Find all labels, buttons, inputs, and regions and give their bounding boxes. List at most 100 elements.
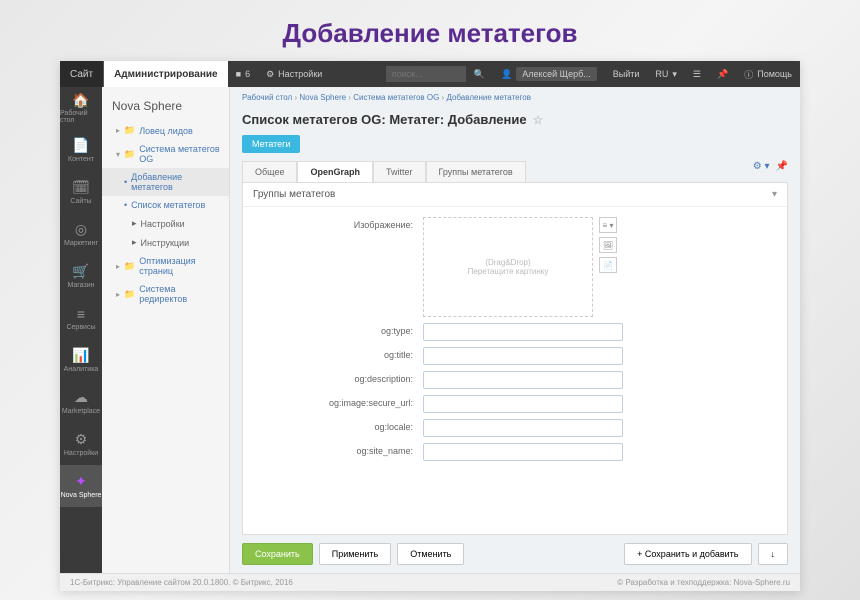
save-button[interactable]: Сохранить [242,543,313,565]
down-button[interactable]: ↓ [758,543,789,565]
lang-selector[interactable]: RU ▾ [647,69,685,80]
crumb-desktop[interactable]: Рабочий стол [242,93,292,102]
rail-settings[interactable]: ⚙Настройки [60,423,102,465]
admin-button[interactable]: Администрирование [104,61,228,87]
row-og-locale: og:locale: [263,419,767,437]
content-area: Рабочий стол › Nova Sphere › Система мет… [230,87,800,573]
user-menu[interactable]: 👤Алексей Щерб... [493,67,605,81]
row-og-type: og:type: [263,323,767,341]
metatags-button[interactable]: Метатеги [242,135,300,153]
crumb-og[interactable]: Система метатегов OG [353,93,439,102]
row-og-description: og:description: [263,371,767,389]
user-icon: 👤 [501,69,512,80]
tree-instructions[interactable]: ▸ Инструкции [102,233,229,252]
tabs-tools: ⚙ ▾ 📌 [753,161,788,172]
footer-left: 1С-Битрикс: Управление сайтом 20.0.1800.… [70,578,293,587]
rail-services[interactable]: ≡Сервисы [60,297,102,339]
site-button[interactable]: Сайт [60,61,104,87]
rail-sites[interactable]: 🗓Сайты [60,171,102,213]
updates-icon: ■ [236,69,241,79]
calendar-icon: 🗓 [73,180,89,196]
tab-twitter[interactable]: Twitter [373,161,426,182]
gear-icon: ⚙ [266,69,274,80]
settings-gear-icon[interactable]: ⚙ ▾ [753,161,770,172]
collapse-icon: ▸ [116,262,120,271]
target-icon: ◎ [73,222,89,238]
tab-general[interactable]: Общее [242,161,297,182]
page-heading: Список метатегов OG: Метатег: Добавление… [230,108,800,135]
image-tool-icon[interactable]: 🖼 [599,237,617,253]
input-og-secure[interactable] [423,395,623,413]
rail-analytics[interactable]: 📊Аналитика [60,339,102,381]
logout-link[interactable]: Выйти [605,69,648,79]
input-og-type[interactable] [423,323,623,341]
crumb-add[interactable]: Добавление метатегов [446,93,531,102]
rail-content[interactable]: 📄Контент [60,129,102,171]
expand-icon: ▾ [116,150,120,159]
cloud-icon: ☁ [73,390,89,406]
tree-redirects[interactable]: ▸📁 Система редиректов [102,280,229,308]
nova-icon: ✦ [73,474,89,490]
input-og-locale[interactable] [423,419,623,437]
menu-tool-icon[interactable]: ≡ ▾ [599,217,617,233]
cart-icon: 🛒 [73,264,89,280]
apply-button[interactable]: Применить [319,543,392,565]
search-input[interactable] [386,66,466,82]
toolbar: Метатеги [230,135,800,153]
left-rail: 🏠Рабочий стол 📄Контент 🗓Сайты ◎Маркетинг… [60,87,102,573]
button-bar: Сохранить Применить Отменить + Сохранить… [230,535,800,573]
rail-desktop[interactable]: 🏠Рабочий стол [60,87,102,129]
save-add-button[interactable]: + Сохранить и добавить [624,543,751,565]
search-box [386,66,466,82]
image-tools: ≡ ▾ 🖼 📄 [599,217,617,273]
footer-right: © Разработка и техподдержка: Nova-Sphere… [617,578,790,587]
input-og-description[interactable] [423,371,623,389]
input-og-title[interactable] [423,347,623,365]
cancel-button[interactable]: Отменить [397,543,464,565]
tree-og-system[interactable]: ▾📁 Система метатегов OG [102,140,229,168]
section-header: Группы метатегов▾ [243,183,787,207]
settings-link[interactable]: ⚙Настройки [258,69,330,80]
label-og-type: og:type: [263,323,423,336]
tree-settings[interactable]: ▸ Настройки [102,214,229,233]
row-og-secure: og:image:secure_url: [263,395,767,413]
topbar: Сайт Администрирование ■6 ⚙Настройки 🔍 👤… [60,61,800,87]
gear-icon: ⚙ [73,432,89,448]
breadcrumb: Рабочий стол › Nova Sphere › Система мет… [230,87,800,108]
label-image: Изображение: [263,217,423,230]
label-og-site-name: og:site_name: [263,443,423,456]
tab-opengraph[interactable]: OpenGraph [297,161,373,182]
collapse-section-icon[interactable]: ▾ [772,189,777,200]
file-tool-icon[interactable]: 📄 [599,257,617,273]
rail-marketing[interactable]: ◎Маркетинг [60,213,102,255]
collapse-icon: ▸ [116,290,120,299]
label-og-secure: og:image:secure_url: [263,395,423,408]
row-image: Изображение: (Drag&Drop) Перетащите карт… [263,217,767,317]
tree-add-meta[interactable]: • Добавление метатегов [102,168,229,196]
tree-leads[interactable]: ▸📁 Ловец лидов [102,121,229,140]
crumb-nova[interactable]: Nova Sphere [299,93,346,102]
label-og-description: og:description: [263,371,423,384]
page-title: Добавление метатегов [0,0,860,61]
fav-icon[interactable]: ☰ [685,69,709,80]
rail-marketplace[interactable]: ☁Marketplace [60,381,102,423]
form-panel: Группы метатегов▾ Изображение: (Drag&Dro… [242,182,788,535]
app-window: Сайт Администрирование ■6 ⚙Настройки 🔍 👤… [60,61,800,591]
pin-icon[interactable]: 📌 [709,69,736,80]
row-og-site-name: og:site_name: [263,443,767,461]
help-icon: ⓘ [744,68,753,81]
star-icon[interactable]: ☆ [533,113,544,127]
tree-list-meta[interactable]: • Список метатегов [102,196,229,214]
search-go[interactable]: 🔍 [466,69,493,80]
help-link[interactable]: ⓘПомощь [736,68,800,81]
input-og-site-name[interactable] [423,443,623,461]
tab-groups[interactable]: Группы метатегов [426,161,526,182]
updates-indicator[interactable]: ■6 [228,69,258,79]
rail-shop[interactable]: 🛒Магазин [60,255,102,297]
tree-optimization[interactable]: ▸📁 Оптимизация страниц [102,252,229,280]
collapse-icon: ▸ [116,126,120,135]
image-dropzone[interactable]: (Drag&Drop) Перетащите картинку [423,217,593,317]
home-icon: 🏠 [73,92,89,108]
pin-panel-icon[interactable]: 📌 [776,161,788,172]
rail-nova-sphere[interactable]: ✦Nova Sphere [60,465,102,507]
